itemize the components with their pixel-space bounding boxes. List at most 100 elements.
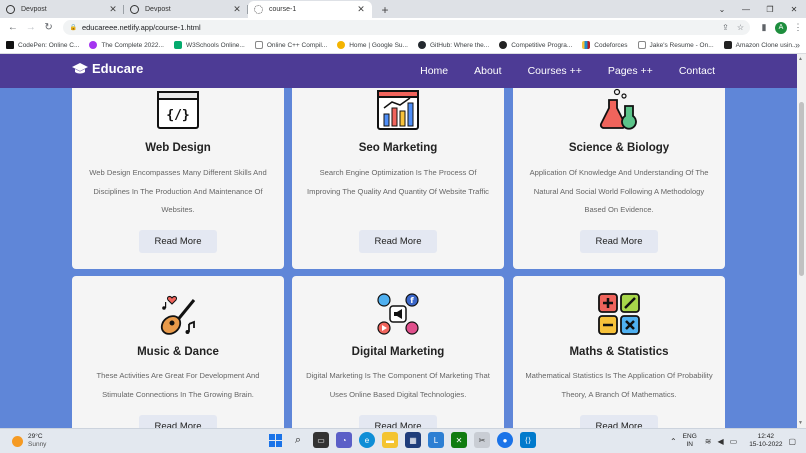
page-scrollbar[interactable]: ▲ ▼ bbox=[797, 54, 806, 428]
read-more-button[interactable]: Read More bbox=[359, 415, 437, 428]
store-icon[interactable]: ▦ bbox=[405, 432, 421, 448]
browser-tab-1[interactable]: Devpost ✕ bbox=[0, 1, 124, 18]
card-description: Search Engine Optimization Is The Proces… bbox=[307, 168, 489, 196]
teams-chat-icon[interactable]: ◔ bbox=[336, 432, 352, 448]
card-description: These Activities Are Great For Developme… bbox=[96, 371, 260, 399]
card-title: Seo Marketing bbox=[358, 142, 438, 154]
nav-about[interactable]: About bbox=[474, 65, 501, 77]
amazon-clone-icon bbox=[723, 41, 732, 49]
nav-pages[interactable]: Pages ++ bbox=[608, 65, 653, 77]
read-more-button[interactable]: Read More bbox=[139, 230, 217, 253]
bookmark-google-sites[interactable]: Home | Google Su... bbox=[337, 41, 408, 49]
close-window-icon[interactable]: ✕ bbox=[782, 0, 806, 18]
page-icon bbox=[637, 41, 646, 49]
site-navbar: Educare Home About Courses ++ Pages ++ C… bbox=[0, 54, 797, 88]
bookmark-github[interactable]: GitHub: Where the... bbox=[417, 41, 489, 49]
nav-links: Home About Courses ++ Pages ++ Contact bbox=[394, 54, 715, 88]
card-title: Music & Dance bbox=[137, 346, 219, 358]
bookmark-w3schools[interactable]: W3Schools Online... bbox=[173, 41, 245, 49]
toolbar-actions: ▮ A ⋮ bbox=[756, 20, 806, 36]
url-text[interactable]: educareee.netlify.app/course-1.html bbox=[82, 23, 714, 32]
bookmark-star-icon[interactable]: ☆ bbox=[737, 23, 744, 32]
chrome-icon[interactable]: ● bbox=[497, 432, 513, 448]
read-more-button[interactable]: Read More bbox=[359, 230, 437, 253]
volume-icon[interactable]: ◀ bbox=[717, 437, 723, 446]
seo-chart-icon bbox=[377, 90, 419, 130]
minimize-icon[interactable]: — bbox=[734, 0, 758, 18]
reload-icon[interactable]: ↻ bbox=[40, 19, 58, 37]
udemy-icon bbox=[89, 41, 98, 49]
bookmark-codepen[interactable]: CodePen: Online C... bbox=[6, 41, 79, 49]
weather-condition: Sunny bbox=[28, 441, 47, 448]
profile-avatar[interactable]: A bbox=[775, 21, 787, 34]
github-icon bbox=[417, 41, 426, 49]
window-controls: ⌄ — ❐ ✕ bbox=[710, 0, 806, 18]
address-bar[interactable]: 🔒 educareee.netlify.app/course-1.html ⇪ … bbox=[63, 20, 750, 35]
nav-courses[interactable]: Courses ++ bbox=[528, 65, 582, 77]
close-tab-icon[interactable]: ✕ bbox=[108, 4, 118, 15]
card-description: Digital Marketing Is The Component Of Ma… bbox=[306, 371, 490, 399]
bookmark-jakes-resume[interactable]: Jake's Resume - On... bbox=[637, 41, 714, 49]
lock-icon[interactable]: 🔒 bbox=[69, 24, 76, 31]
close-tab-icon[interactable]: ✕ bbox=[232, 4, 242, 15]
bookmark-competitive-programming[interactable]: Competitive Progra... bbox=[499, 41, 572, 49]
edge-icon[interactable]: e bbox=[359, 432, 375, 448]
language-indicator[interactable]: ENG IN bbox=[683, 433, 697, 449]
nav-home[interactable]: Home bbox=[420, 65, 448, 77]
bookmark-amazon-clone[interactable]: Amazon Clone usin... bbox=[723, 41, 797, 49]
windows-start-icon[interactable] bbox=[267, 432, 283, 448]
forward-icon[interactable]: → bbox=[22, 19, 40, 37]
brand-name: Educare bbox=[92, 61, 144, 76]
browser-tab-3[interactable]: course-1 ✕ bbox=[248, 1, 372, 18]
battery-icon[interactable]: ▭ bbox=[730, 437, 738, 446]
card-description: Mathematical Statistics Is The Applicati… bbox=[525, 371, 713, 399]
task-view-icon[interactable]: ▭ bbox=[313, 432, 329, 448]
chevron-up-icon[interactable]: ⌃ bbox=[670, 437, 677, 446]
taskbar-apps: ⌕ ▭ ◔ e ▬ ▦ L ✕ ✂ ● ⟨⟩ bbox=[267, 432, 543, 448]
card-description: Application Of Knowledge And Understandi… bbox=[529, 168, 709, 214]
weather-widget[interactable]: 29°C Sunny bbox=[12, 433, 46, 449]
file-explorer-icon[interactable]: ▬ bbox=[382, 432, 398, 448]
website-viewport: {/} Web Design Web Design Encompasses Ma… bbox=[0, 54, 797, 428]
tab-search-icon[interactable]: ⌄ bbox=[710, 0, 734, 18]
wifi-icon[interactable]: ≋ bbox=[705, 437, 712, 446]
close-tab-icon[interactable]: ✕ bbox=[356, 4, 366, 15]
globe-icon bbox=[254, 5, 263, 14]
search-icon[interactable]: ⌕ bbox=[290, 432, 306, 448]
lens-app-icon[interactable]: L bbox=[428, 432, 444, 448]
web-design-icon: {/} bbox=[157, 91, 199, 129]
clock[interactable]: 12:42 15-10-2022 bbox=[749, 433, 782, 449]
read-more-button[interactable]: Read More bbox=[580, 415, 658, 428]
bookmark-codeforces[interactable]: Codeforces bbox=[582, 41, 628, 49]
card-title: Science & Biology bbox=[568, 142, 670, 154]
read-more-button[interactable]: Read More bbox=[580, 230, 658, 253]
brand-logo[interactable]: Educare bbox=[72, 61, 143, 76]
browser-tab-2[interactable]: Devpost ✕ bbox=[124, 1, 248, 18]
bookmark-udemy[interactable]: The Complete 2022... bbox=[89, 41, 164, 49]
snipping-tool-icon[interactable]: ✂ bbox=[474, 432, 490, 448]
nav-contact[interactable]: Contact bbox=[679, 65, 715, 77]
side-panel-icon[interactable]: ▮ bbox=[756, 20, 772, 36]
devpost-favicon-icon bbox=[130, 5, 139, 14]
course-card-digital-marketing: f Digital Marketing Digital Marketing Is… bbox=[292, 276, 504, 428]
sun-icon bbox=[12, 435, 23, 447]
read-more-button[interactable]: Read More bbox=[139, 415, 217, 428]
flask-icon bbox=[599, 88, 637, 130]
scroll-down-icon[interactable]: ▼ bbox=[798, 420, 803, 426]
scroll-up-icon[interactable]: ▲ bbox=[798, 56, 803, 62]
vscode-icon[interactable]: ⟨⟩ bbox=[520, 432, 536, 448]
menu-kebab-icon[interactable]: ⋮ bbox=[790, 20, 806, 36]
notification-icon[interactable]: ▢ bbox=[788, 437, 796, 446]
scrollbar-thumb[interactable] bbox=[799, 102, 804, 276]
course-card-maths-statistics: Maths & Statistics Mathematical Statisti… bbox=[513, 276, 725, 428]
back-icon[interactable]: ← bbox=[4, 19, 22, 37]
bookmarks-overflow-icon[interactable]: » bbox=[795, 40, 800, 50]
tab-strip: Devpost ✕ Devpost ✕ course-1 ✕ + ⌄ — ❐ ✕ bbox=[0, 0, 806, 18]
share-icon[interactable]: ⇪ bbox=[722, 23, 729, 32]
math-operators-icon bbox=[598, 293, 640, 335]
bookmark-cpp-compiler[interactable]: Online C++ Compil... bbox=[254, 41, 327, 49]
page-icon bbox=[254, 41, 263, 49]
xbox-icon[interactable]: ✕ bbox=[451, 432, 467, 448]
new-tab-button[interactable]: + bbox=[376, 1, 394, 18]
restore-icon[interactable]: ❐ bbox=[758, 0, 782, 18]
